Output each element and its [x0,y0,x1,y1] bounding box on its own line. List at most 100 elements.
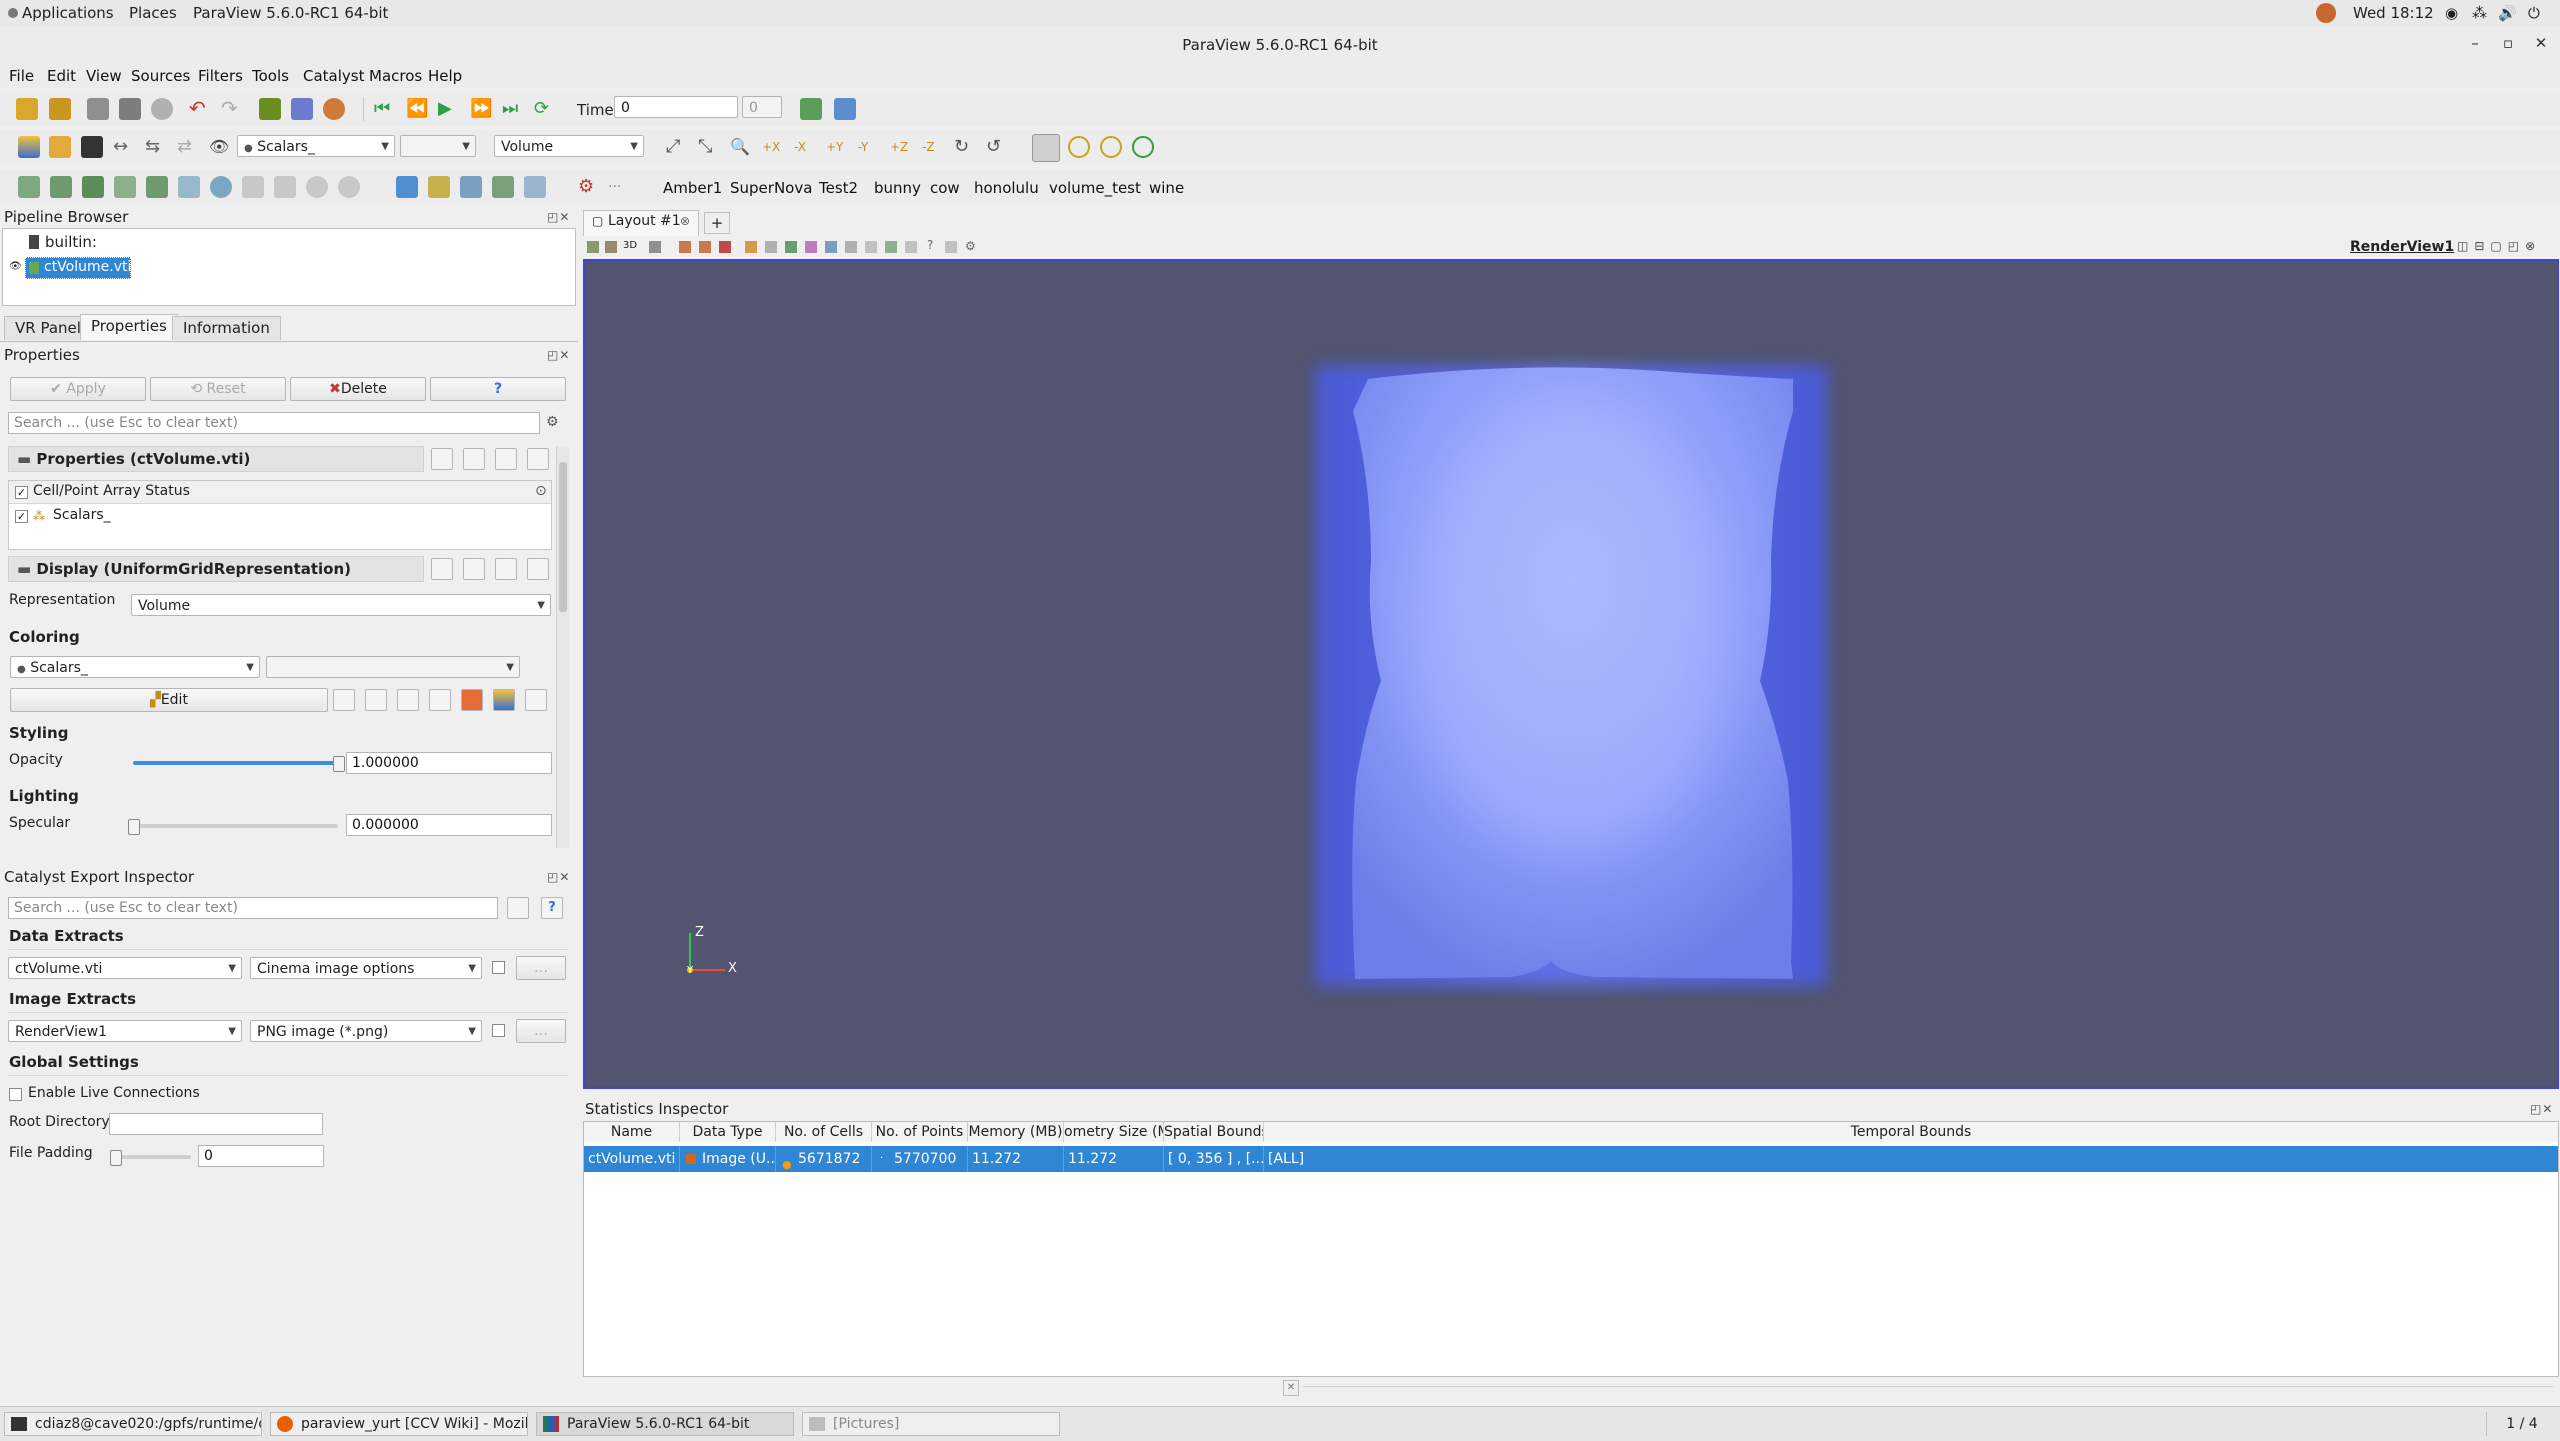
root-directory-input[interactable] [109,1113,323,1135]
properties-search-input[interactable]: Search ... (use Esc to clear text) [8,412,540,434]
file-padding-slider-thumb[interactable] [110,1150,122,1166]
recent-files-icon[interactable] [49,98,71,120]
menu-view[interactable]: View [86,67,122,85]
apply-button[interactable]: ✔ Apply [10,377,146,401]
calculator-filter-icon[interactable] [18,176,40,198]
workspace-indicator[interactable]: 1 / 4 [2486,1412,2557,1436]
menu-catalyst[interactable]: Catalyst [303,67,364,85]
glyph-filter-icon[interactable] [210,176,232,198]
warp-vector-filter-icon[interactable] [274,176,296,198]
filter-test2[interactable]: Test2 [819,179,858,197]
loop-icon[interactable]: ⟳ [534,98,556,120]
network-icon[interactable]: ⁂ [2472,4,2487,22]
select-block-icon[interactable] [745,241,757,253]
plot-over-line-icon[interactable] [460,176,482,198]
filter-supernova[interactable]: SuperNova [730,179,812,197]
opacity-slider[interactable] [133,756,345,772]
filter-volume-test[interactable]: volume_test [1049,179,1141,197]
render-view-name[interactable]: RenderView1 [2350,239,2454,255]
rotate-plus-90-icon[interactable]: ↻ [954,136,976,158]
tab-layout-1[interactable]: ▢ Layout #1 ⊗ [583,210,699,236]
extract-subset-filter-icon[interactable] [178,176,200,198]
close-icon[interactable]: ✕ [1283,1380,1299,1396]
dock-buttons[interactable]: ◰✕ [2530,1102,2553,1116]
view-minus-y-icon[interactable]: -Y [858,136,880,158]
previous-frame-icon[interactable]: ⏪ [406,98,428,120]
filter-bunny[interactable]: bunny [874,179,921,197]
file-padding-input[interactable]: 0 [198,1145,324,1167]
contour-filter-icon[interactable] [50,176,72,198]
paste-properties-icon[interactable] [463,448,485,470]
minimize-button[interactable]: – [2464,34,2486,56]
filter-wine[interactable]: wine [1149,179,1184,197]
color-legend-icon[interactable] [18,136,40,158]
rescale-visible-icon[interactable] [397,689,419,711]
center-axes-toggle-icon[interactable] [1032,134,1060,162]
rescale-custom-icon[interactable] [365,689,387,711]
zoom-data-icon[interactable] [291,98,313,120]
properties-section-header[interactable]: ▬ Properties (ctVolume.vti) [8,446,424,472]
python-shell-icon[interactable] [323,98,345,120]
save-defaults-icon[interactable] [527,558,549,580]
menu-macros[interactable]: Macros [369,67,422,85]
column-header-spatial-bounds[interactable]: Spatial Bounds [1164,1122,1264,1142]
live-connections-checkbox[interactable] [9,1088,22,1101]
histogram-icon[interactable] [492,176,514,198]
probe-icon[interactable] [524,176,546,198]
places-menu[interactable]: Places [129,4,177,22]
rescale-temporal-icon[interactable]: ⇆ [145,136,167,158]
volume-icon[interactable]: 🔊 [2498,4,2517,22]
location-icon[interactable]: ◉ [2445,4,2458,22]
stream-tracer-filter-icon[interactable] [242,176,264,198]
delete-button[interactable]: ✖Delete [290,377,426,401]
user-avatar-icon[interactable] [2316,3,2336,23]
image-extract-checkbox[interactable] [492,1024,505,1037]
rescale-range-icon[interactable] [81,136,103,158]
next-frame-icon[interactable]: ⏩ [470,98,492,120]
properties-scrollbar-thumb[interactable] [559,462,567,612]
connect-icon[interactable] [151,98,173,120]
reset-camera-icon[interactable] [259,98,281,120]
opacity-input[interactable]: 1.000000 [346,752,552,774]
specular-slider-thumb[interactable] [128,819,140,835]
view-minus-z-icon[interactable]: -Z [922,136,944,158]
reset-camera-closest-icon[interactable]: ⤢ [666,136,688,158]
taskbar-item-paraview[interactable]: ParaView 5.6.0-RC1 64-bit [536,1412,794,1436]
catalyst-settings-gear-icon[interactable] [507,897,529,919]
advanced-color-icon[interactable] [525,689,547,711]
render-view[interactable]: Z X Y [583,259,2559,1089]
hover-cells-icon[interactable] [825,241,837,253]
open-file-icon[interactable] [16,98,38,120]
taskbar-item-firefox[interactable]: paraview_yurt [CCV Wiki] - Mozilla F... [270,1412,528,1436]
coloring-component-dropdown[interactable]: ▼ [266,656,520,678]
filter-honolulu[interactable]: honolulu [974,179,1039,197]
rescale-range-icon[interactable] [333,689,355,711]
edit-colormap-button[interactable]: ▞Edit [10,688,328,712]
copy-properties-icon[interactable] [431,558,453,580]
zoom-to-box-icon[interactable]: 🔍 [730,136,752,158]
clear-selection-icon[interactable] [945,241,957,253]
reset-center-icon[interactable] [1100,136,1122,158]
view-plus-z-icon[interactable]: +Z [890,136,912,158]
python-script-icon[interactable] [396,176,418,198]
data-extract-more-button[interactable]: … [516,956,566,980]
rescale-visible-icon[interactable]: ⇄ [177,136,199,158]
camera-undo-icon[interactable] [800,98,822,120]
opacity-slider-thumb[interactable] [333,756,345,772]
data-extract-checkbox[interactable] [492,961,505,974]
restore-defaults-icon[interactable] [495,448,517,470]
maximize-button[interactable]: ▫ [2497,34,2519,56]
column-header-name[interactable]: Name [584,1122,680,1142]
capture-icon[interactable] [605,241,617,253]
column-header-geometry-size[interactable]: ometry Size (M [1064,1122,1164,1142]
column-header-points[interactable]: No. of Points [872,1122,968,1142]
reset-button[interactable]: ⟲ Reset [150,377,286,401]
array-status-options-icon[interactable]: ⊙ [535,483,547,499]
query-icon[interactable]: ? [927,238,933,252]
tab-vr-panel[interactable]: VR Panel [4,316,92,340]
interaction-rotate-icon[interactable] [1132,136,1154,158]
tab-properties[interactable]: Properties [80,314,178,340]
specular-slider[interactable] [128,819,338,835]
dock-buttons[interactable]: ◰✕ [547,210,570,224]
column-header-memory[interactable]: Memory (MB) [968,1122,1064,1142]
